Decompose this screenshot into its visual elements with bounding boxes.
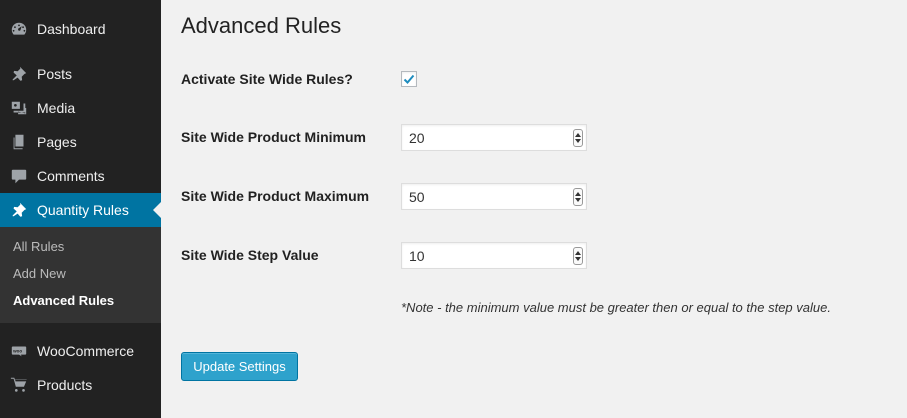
media-icon [9, 98, 29, 118]
comment-icon [9, 166, 29, 186]
submenu-item-advanced-rules[interactable]: Advanced Rules [13, 293, 114, 308]
menu-item-posts[interactable]: Posts [0, 57, 161, 91]
spinner-icon[interactable] [573, 129, 583, 147]
step-value-note: *Note - the minimum value must be greate… [401, 300, 831, 315]
menu-item-pages[interactable]: Pages [0, 125, 161, 159]
product-minimum-label: Site Wide Product Minimum [181, 129, 366, 145]
submenu-item-add-new[interactable]: Add New [13, 266, 66, 281]
menu-label-media: Media [37, 100, 76, 116]
admin-sidebar: Dashboard Posts Media Pages Comments Qua… [0, 0, 161, 418]
cart-icon [9, 375, 29, 395]
menu-label-pages: Pages [37, 134, 77, 150]
page-title: Advanced Rules [181, 13, 342, 38]
step-value-label: Site Wide Step Value [181, 247, 319, 263]
menu-label-products: Products [37, 377, 93, 393]
spinner-icon[interactable] [573, 247, 583, 265]
menu-item-comments[interactable]: Comments [0, 159, 161, 193]
menu-item-dashboard[interactable]: Dashboard [0, 12, 161, 46]
menu-label-quantity-rules: Quantity Rules [37, 202, 129, 218]
pin-icon [9, 64, 29, 84]
activate-rules-label: Activate Site Wide Rules? [181, 71, 353, 87]
menu-label-dashboard: Dashboard [37, 21, 106, 37]
menu-label-woocommerce: WooCommerce [37, 343, 134, 359]
menu-item-quantity-rules[interactable]: Quantity Rules [0, 193, 161, 227]
step-value-value: 10 [409, 247, 425, 264]
pin-icon [9, 200, 29, 220]
checkmark-icon [403, 74, 415, 84]
svg-text:woo: woo [12, 348, 22, 353]
spinner-icon[interactable] [573, 188, 583, 206]
product-minimum-input[interactable]: 20 [401, 124, 587, 151]
activate-rules-checkbox[interactable] [401, 71, 417, 87]
main-content: Advanced Rules Activate Site Wide Rules?… [181, 0, 891, 418]
product-maximum-input[interactable]: 50 [401, 183, 587, 210]
woo-icon: woo [9, 341, 29, 361]
pages-icon [9, 132, 29, 152]
menu-label-comments: Comments [37, 168, 105, 184]
menu-item-woocommerce[interactable]: woo WooCommerce [0, 334, 161, 368]
product-maximum-label: Site Wide Product Maximum [181, 188, 370, 204]
product-minimum-value: 20 [409, 129, 425, 146]
step-value-input[interactable]: 10 [401, 242, 587, 269]
dashboard-icon [9, 19, 29, 39]
quantity-rules-submenu: All Rules Add New Advanced Rules [0, 227, 161, 323]
product-maximum-value: 50 [409, 188, 425, 205]
submenu-item-all-rules[interactable]: All Rules [13, 239, 64, 254]
update-settings-button[interactable]: Update Settings [181, 352, 298, 381]
menu-item-products[interactable]: Products [0, 368, 161, 402]
menu-item-media[interactable]: Media [0, 91, 161, 125]
menu-label-posts: Posts [37, 66, 73, 82]
